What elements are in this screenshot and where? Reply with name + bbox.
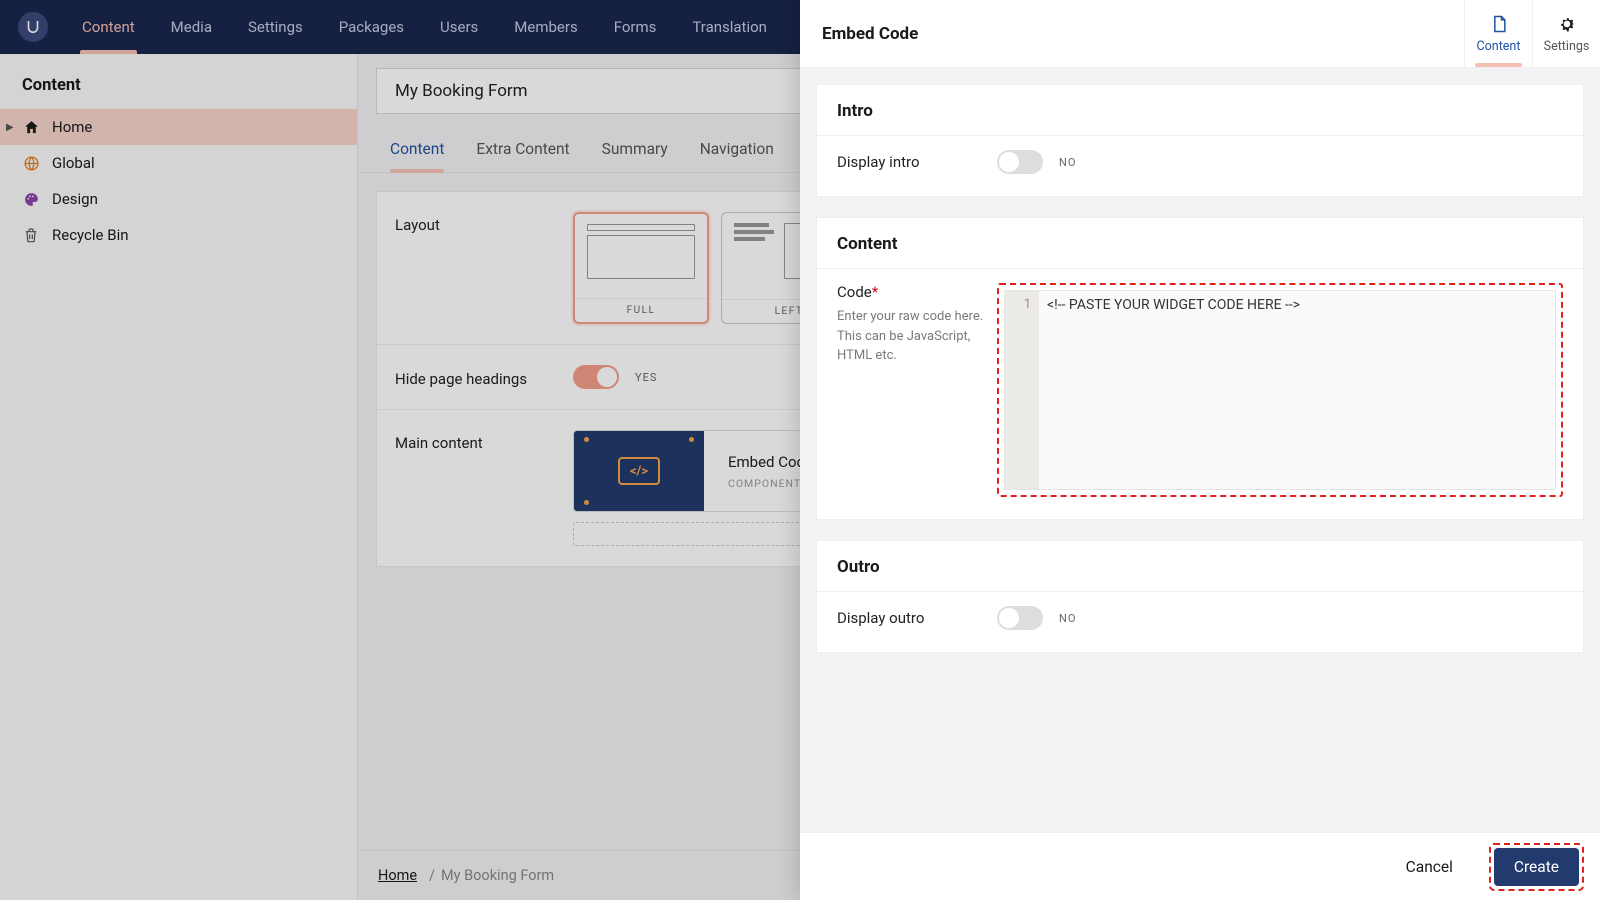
code-editor[interactable]: 1 <!-- PASTE YOUR WIDGET CODE HERE --> [1004,290,1556,490]
group-intro: Intro Display intro NO [816,84,1584,197]
panel-body: Intro Display intro NO Content Code* Ent… [800,68,1600,832]
display-intro-toggle[interactable] [997,150,1043,174]
required-marker: * [872,283,878,301]
panel-tab-content[interactable]: Content [1464,0,1532,67]
display-outro-value: NO [1059,612,1076,625]
gear-icon [1557,13,1577,35]
document-icon [1489,13,1509,35]
code-gutter: 1 [1005,291,1039,489]
code-content[interactable]: <!-- PASTE YOUR WIDGET CODE HERE --> [1039,291,1308,489]
display-intro-value: NO [1059,156,1076,169]
slideout-panel: Embed Code Content Settings Intro Displa… [800,0,1600,900]
group-content: Content Code* Enter your raw code here. … [816,217,1584,520]
code-label: Code [837,283,872,301]
create-highlight-frame: Create [1489,843,1584,891]
content-heading: Content [817,218,1583,268]
code-highlight-frame: 1 <!-- PASTE YOUR WIDGET CODE HERE --> [997,283,1563,497]
display-outro-toggle[interactable] [997,606,1043,630]
cancel-button[interactable]: Cancel [1386,848,1473,886]
outro-heading: Outro [817,541,1583,591]
panel-footer: Cancel Create [800,832,1600,900]
create-button[interactable]: Create [1494,848,1579,886]
panel-header: Embed Code Content Settings [800,0,1600,68]
display-intro-label: Display intro [837,153,997,171]
panel-tab-label: Settings [1544,39,1590,54]
panel-title: Embed Code [800,24,918,44]
code-help: Enter your raw code here. This can be Ja… [837,307,987,366]
display-outro-label: Display outro [837,609,997,627]
panel-tab-settings[interactable]: Settings [1532,0,1600,67]
panel-tab-label: Content [1477,39,1521,54]
group-outro: Outro Display outro NO [816,540,1584,653]
intro-heading: Intro [817,85,1583,135]
